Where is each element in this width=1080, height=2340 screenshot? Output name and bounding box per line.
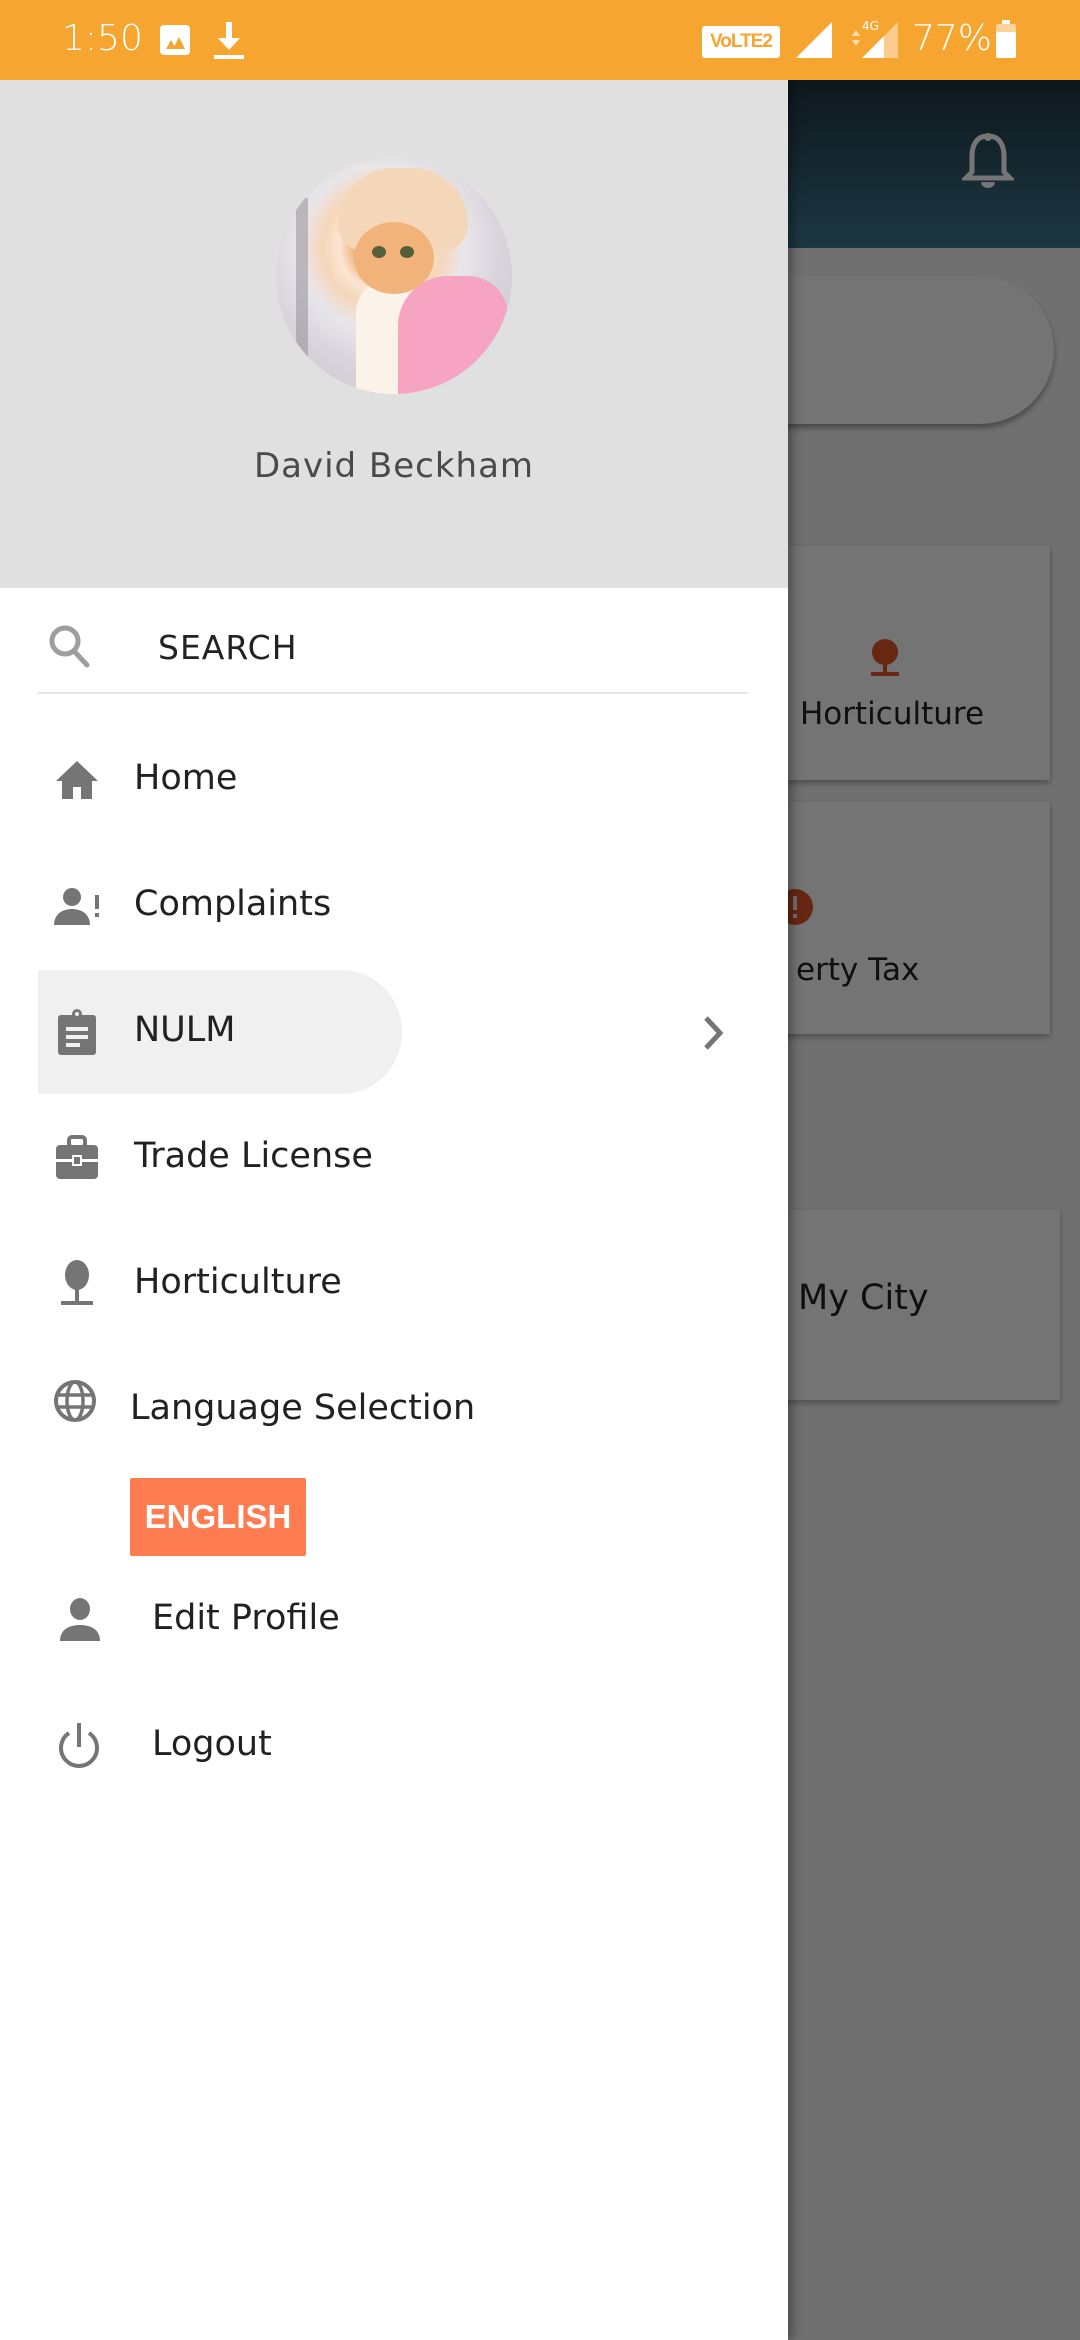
user-name: David Beckham — [253, 446, 535, 486]
menu-item-language-selection[interactable]: Language Selection — [38, 1348, 748, 1472]
person-alert-icon — [54, 888, 99, 925]
menu-item-nulm[interactable]: NULM — [38, 970, 748, 1094]
menu-item-label: Complaints — [134, 884, 332, 924]
download-icon — [214, 22, 244, 59]
volte-badge: VoLTE2 — [702, 26, 780, 58]
person-icon — [60, 1598, 100, 1641]
menu-item-home[interactable]: Home — [38, 718, 748, 842]
menu-item-logout[interactable]: Logout — [38, 1684, 748, 1808]
tree-icon — [61, 1260, 93, 1305]
battery-percent: 77% — [912, 18, 993, 59]
menu-item-label: Language Selection — [130, 1388, 476, 1428]
menu-item-trade-license[interactable]: Trade License — [38, 1096, 748, 1220]
globe-icon — [54, 1380, 96, 1422]
avatar[interactable] — [276, 158, 512, 394]
power-icon — [59, 1723, 99, 1768]
menu-item-horticulture[interactable]: Horticulture — [38, 1222, 748, 1346]
menu-item-label: Edit Profile — [152, 1598, 340, 1638]
menu-item-label: Home — [134, 758, 238, 798]
home-icon — [56, 761, 98, 799]
drawer-header: David Beckham — [0, 80, 788, 588]
menu-item-complaints[interactable]: Complaints — [38, 844, 748, 968]
menu-item-label: NULM — [134, 1010, 236, 1050]
chevron-right-icon[interactable] — [696, 1014, 730, 1052]
search-icon — [49, 625, 90, 668]
status-bar: 1:50 VoLTE2 4G 77% — [0, 0, 1080, 80]
briefcase-icon — [56, 1135, 98, 1179]
menu-item-label: Logout — [152, 1724, 272, 1764]
menu-item-label: Trade License — [134, 1136, 373, 1176]
language-english-button[interactable]: ENGLISH — [130, 1478, 306, 1556]
drawer-search[interactable]: SEARCH — [38, 602, 748, 694]
status-time: 1:50 — [62, 18, 143, 59]
signal-4g-icon: 4G — [852, 19, 898, 58]
menu-item-label: Horticulture — [134, 1262, 342, 1302]
gallery-icon — [160, 25, 190, 55]
search-label: SEARCH — [158, 628, 298, 667]
signal-icon — [796, 22, 832, 58]
navigation-drawer: David Beckham SEARCH Home Complaints NUL… — [0, 80, 788, 2340]
menu-item-edit-profile[interactable]: Edit Profile — [38, 1558, 748, 1682]
network-type-label: 4G — [862, 19, 879, 33]
battery-icon — [996, 20, 1016, 58]
clipboard-icon — [58, 1009, 96, 1055]
